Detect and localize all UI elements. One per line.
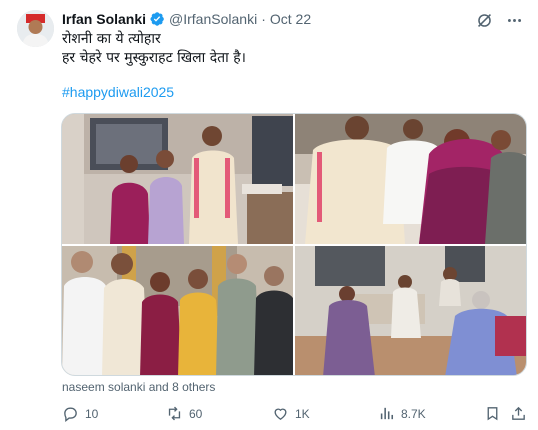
media-grid [61,113,527,376]
verified-badge-icon [149,11,165,27]
reply-icon [64,407,77,422]
tweet-date[interactable]: Oct 22 [270,11,311,27]
views-count: 8.7K [401,406,426,421]
share-icon [512,406,525,420]
tweet: Irfan Solanki @IrfanSolanki · Oct 22 रोश… [0,0,538,430]
repost-button[interactable]: 60 [166,405,202,422]
heart-icon [274,408,287,420]
photo-standing-group[interactable] [62,246,293,375]
tweet-text-line-1: रोशनी का ये त्योहार [62,31,161,47]
photo-group-family-indoors[interactable] [62,114,293,244]
bookmark-button[interactable] [484,405,507,422]
tweet-header: Irfan Solanki @IrfanSolanki · Oct 22 [62,11,311,27]
repost-count: 60 [189,406,203,421]
more-options-icon[interactable] [504,10,524,30]
bookmark-icon [487,407,498,421]
like-count: 1K [295,406,310,421]
reply-count: 10 [85,406,99,421]
grok-icon[interactable] [474,10,494,30]
tweet-text: रोशनी का ये त्योहार हर चेहरे पर मुस्कुरा… [62,30,522,68]
hashtag-link[interactable]: #happydiwali2025 [62,84,174,100]
action-bar: 10 60 1K 8.7K [62,405,528,425]
avatar[interactable] [17,10,54,47]
author-handle[interactable]: @IrfanSolanki [169,11,257,27]
header-separator: · [261,11,266,27]
tweet-text-line-2: हर चेहरे पर मुस्कुराहट खिला देता है। [62,50,246,66]
reply-button[interactable]: 10 [62,405,98,422]
views-icon [380,407,394,420]
photo-seated-group[interactable] [295,114,526,244]
header-actions [474,10,524,30]
share-button[interactable] [510,405,533,422]
views-button[interactable]: 8.7K [378,405,426,422]
tagged-people[interactable]: naseem solanki and 8 others [62,380,215,394]
like-button[interactable]: 1K [272,405,310,422]
repost-icon [168,406,181,421]
author-name[interactable]: Irfan Solanki [62,11,146,27]
photo-living-room[interactable] [295,246,526,375]
